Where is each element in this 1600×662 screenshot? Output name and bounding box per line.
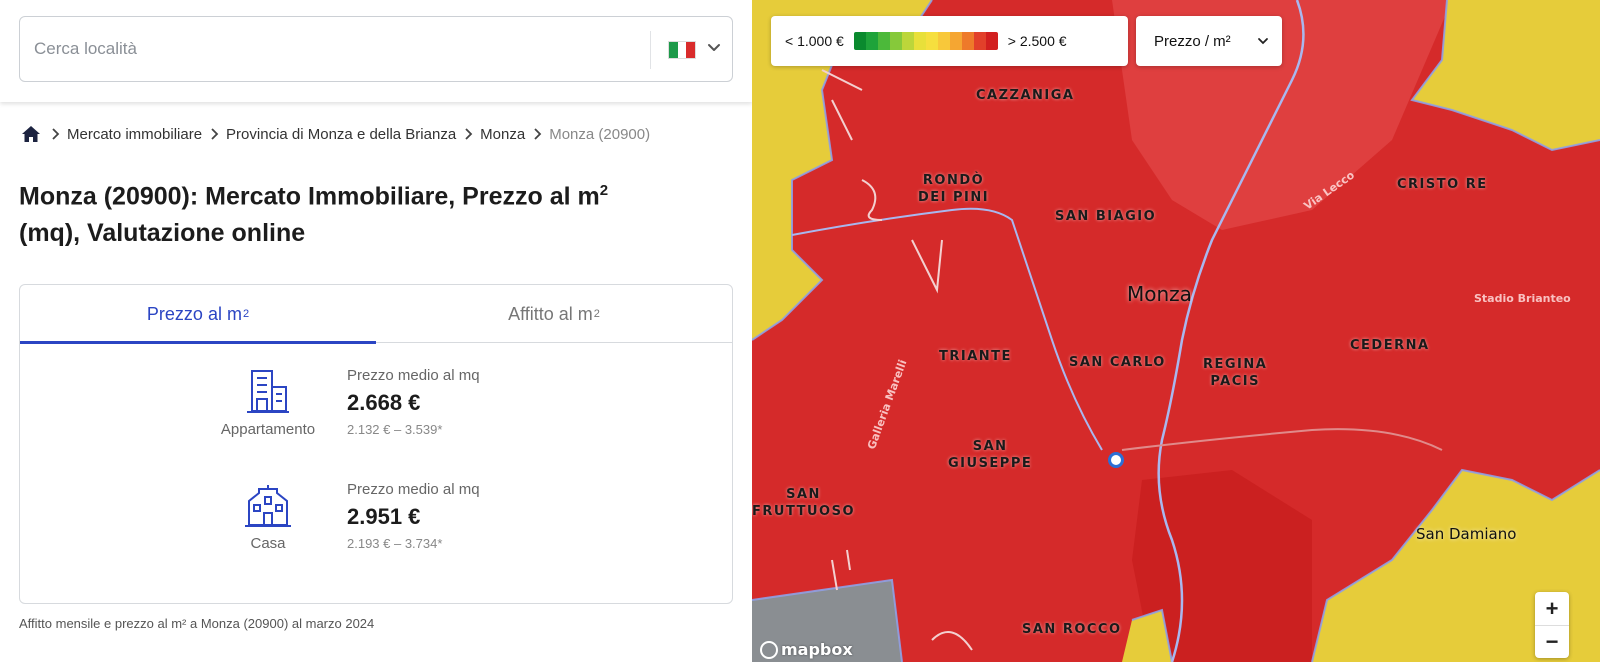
breadcrumb-current: Monza (20900) xyxy=(549,125,651,143)
neighborhood-label-line: SAN xyxy=(972,439,1008,454)
chevron-down-icon xyxy=(1258,38,1268,45)
property-type-label: Appartamento xyxy=(220,421,316,438)
mapbox-icon xyxy=(760,640,778,659)
price-card: Prezzo al m2 Affitto al m2 Appartamento … xyxy=(19,284,733,604)
page-title-sup: 2 xyxy=(599,182,609,199)
neighborhood-label: CAZZANIGA xyxy=(976,88,1075,103)
price-legend: < 1.000 € > 2.500 € xyxy=(771,16,1128,66)
chevron-right-icon xyxy=(534,128,542,140)
italy-flag-icon[interactable] xyxy=(668,41,696,59)
price-info: Prezzo medio al mq 2.951 € 2.193 € – 3.7… xyxy=(347,481,480,551)
legend-color-scale xyxy=(853,32,998,50)
chevron-right-icon xyxy=(52,128,60,140)
legend-max-label: > 2.500 € xyxy=(1007,33,1067,49)
neighborhood-label-line: DEI PINI xyxy=(918,190,990,205)
legend-color-swatch xyxy=(901,32,914,50)
neighborhood-label: SAN GIUSEPPE xyxy=(948,438,1032,472)
tab-prezzo-label: Prezzo al m xyxy=(146,303,242,324)
legend-color-swatch xyxy=(949,32,962,50)
search-box xyxy=(19,16,733,82)
legend-color-swatch xyxy=(913,32,926,50)
left-panel: Mercato immobiliare Provincia di Monza e… xyxy=(0,0,752,662)
map-base xyxy=(752,0,1600,662)
tab-prezzo[interactable]: Prezzo al m2 xyxy=(20,285,376,344)
chevron-right-icon xyxy=(465,128,473,140)
property-type: Casa xyxy=(210,481,326,552)
price-info-label: Prezzo medio al mq xyxy=(347,481,480,498)
search-bar xyxy=(0,0,752,102)
footnote: Affitto mensile e prezzo al m² a Monza (… xyxy=(19,616,375,631)
neighborhood-label: SAN ROCCO xyxy=(1022,622,1122,637)
price-row-house: Casa Prezzo medio al mq 2.951 € 2.193 € … xyxy=(20,481,732,581)
neighborhood-label: SAN CARLO xyxy=(1069,355,1166,370)
neighborhood-label-line: FRUTTUOSO xyxy=(752,504,856,519)
zoom-out-button[interactable]: − xyxy=(1535,625,1569,658)
chevron-right-icon xyxy=(211,128,219,140)
neighborhood-label: CRISTO RE xyxy=(1397,177,1488,192)
legend-color-swatch xyxy=(853,32,866,50)
page-title: Monza (20900): Mercato Immobiliare, Prez… xyxy=(19,172,719,252)
search-divider xyxy=(650,31,651,69)
price-info: Prezzo medio al mq 2.668 € 2.132 € – 3.5… xyxy=(347,367,480,437)
page-title-rest: (mq), Valutazione online xyxy=(19,219,306,248)
place-label: Stadio Brianteo xyxy=(1474,292,1571,305)
home-icon[interactable] xyxy=(21,124,41,144)
legend-color-swatch xyxy=(865,32,878,50)
mapbox-logo-text: mapbox xyxy=(781,640,853,659)
metric-select[interactable]: Prezzo / m² xyxy=(1136,16,1282,66)
neighborhood-label-line: SAN xyxy=(786,487,821,502)
zoom-in-button[interactable]: + xyxy=(1535,592,1569,625)
legend-color-swatch xyxy=(877,32,890,50)
average-price: 2.668 € xyxy=(347,390,421,415)
breadcrumb-link[interactable]: Provincia di Monza e della Brianza xyxy=(226,126,456,143)
neighborhood-label: TRIANTE xyxy=(939,349,1012,364)
average-price: 2.951 € xyxy=(347,504,421,529)
price-range: 2.132 € – 3.539* xyxy=(347,422,443,437)
neighborhood-label: RONDÒ DEI PINI xyxy=(918,172,989,206)
legend-color-swatch xyxy=(973,32,986,50)
price-row-apartment: Appartamento Prezzo medio al mq 2.668 € … xyxy=(20,367,732,467)
zoom-controls: + − xyxy=(1535,592,1569,658)
neighborhood-label: CEDERNA xyxy=(1350,338,1430,353)
neighborhood-label: REGINA PACIS xyxy=(1203,356,1267,390)
property-type-label: Casa xyxy=(250,535,286,552)
legend-color-swatch xyxy=(925,32,938,50)
breadcrumb: Mercato immobiliare Provincia di Monza e… xyxy=(21,122,650,146)
price-tabs: Prezzo al m2 Affitto al m2 xyxy=(20,285,732,344)
chevron-down-icon[interactable] xyxy=(704,37,724,57)
property-type: Appartamento xyxy=(210,367,326,438)
neighborhood-label-line: GIUSEPPE xyxy=(948,456,1033,471)
breadcrumb-link[interactable]: Mercato immobiliare xyxy=(67,126,202,143)
legend-color-swatch xyxy=(889,32,902,50)
tab-affitto-sup: 2 xyxy=(593,308,600,320)
tab-prezzo-sup: 2 xyxy=(242,308,250,320)
tab-affitto-label: Affitto al m xyxy=(508,303,593,324)
price-map[interactable]: CAZZANIGA RONDÒ DEI PINI SAN BIAGIO CRIST… xyxy=(752,0,1600,662)
legend-color-swatch xyxy=(961,32,974,50)
legend-color-swatch xyxy=(937,32,950,50)
neighborhood-label: SAN BIAGIO xyxy=(1055,209,1157,224)
apartment-building-icon xyxy=(247,370,289,413)
metric-select-value: Prezzo / m² xyxy=(1154,32,1231,50)
neighborhood-label-line: PACIS xyxy=(1210,374,1260,389)
tab-affitto[interactable]: Affitto al m2 xyxy=(376,285,732,343)
house-icon xyxy=(245,485,291,527)
mapbox-logo[interactable]: mapbox xyxy=(760,640,853,659)
neighborhood-label-line: REGINA xyxy=(1203,357,1268,372)
breadcrumb-link[interactable]: Monza xyxy=(480,126,525,143)
price-info-label: Prezzo medio al mq xyxy=(347,367,480,384)
location-marker[interactable] xyxy=(1108,452,1124,468)
city-label: Monza xyxy=(1127,282,1192,306)
legend-color-swatch xyxy=(985,32,998,50)
price-range: 2.193 € – 3.734* xyxy=(347,536,443,551)
page-title-main: Monza (20900): Mercato Immobiliare, Prez… xyxy=(19,182,600,211)
neighborhood-label-line: RONDÒ xyxy=(922,173,985,188)
place-label: San Damiano xyxy=(1416,525,1517,543)
search-input[interactable] xyxy=(34,33,614,65)
neighborhood-label: SAN FRUTTUOSO xyxy=(752,486,855,520)
legend-min-label: < 1.000 € xyxy=(785,33,844,49)
